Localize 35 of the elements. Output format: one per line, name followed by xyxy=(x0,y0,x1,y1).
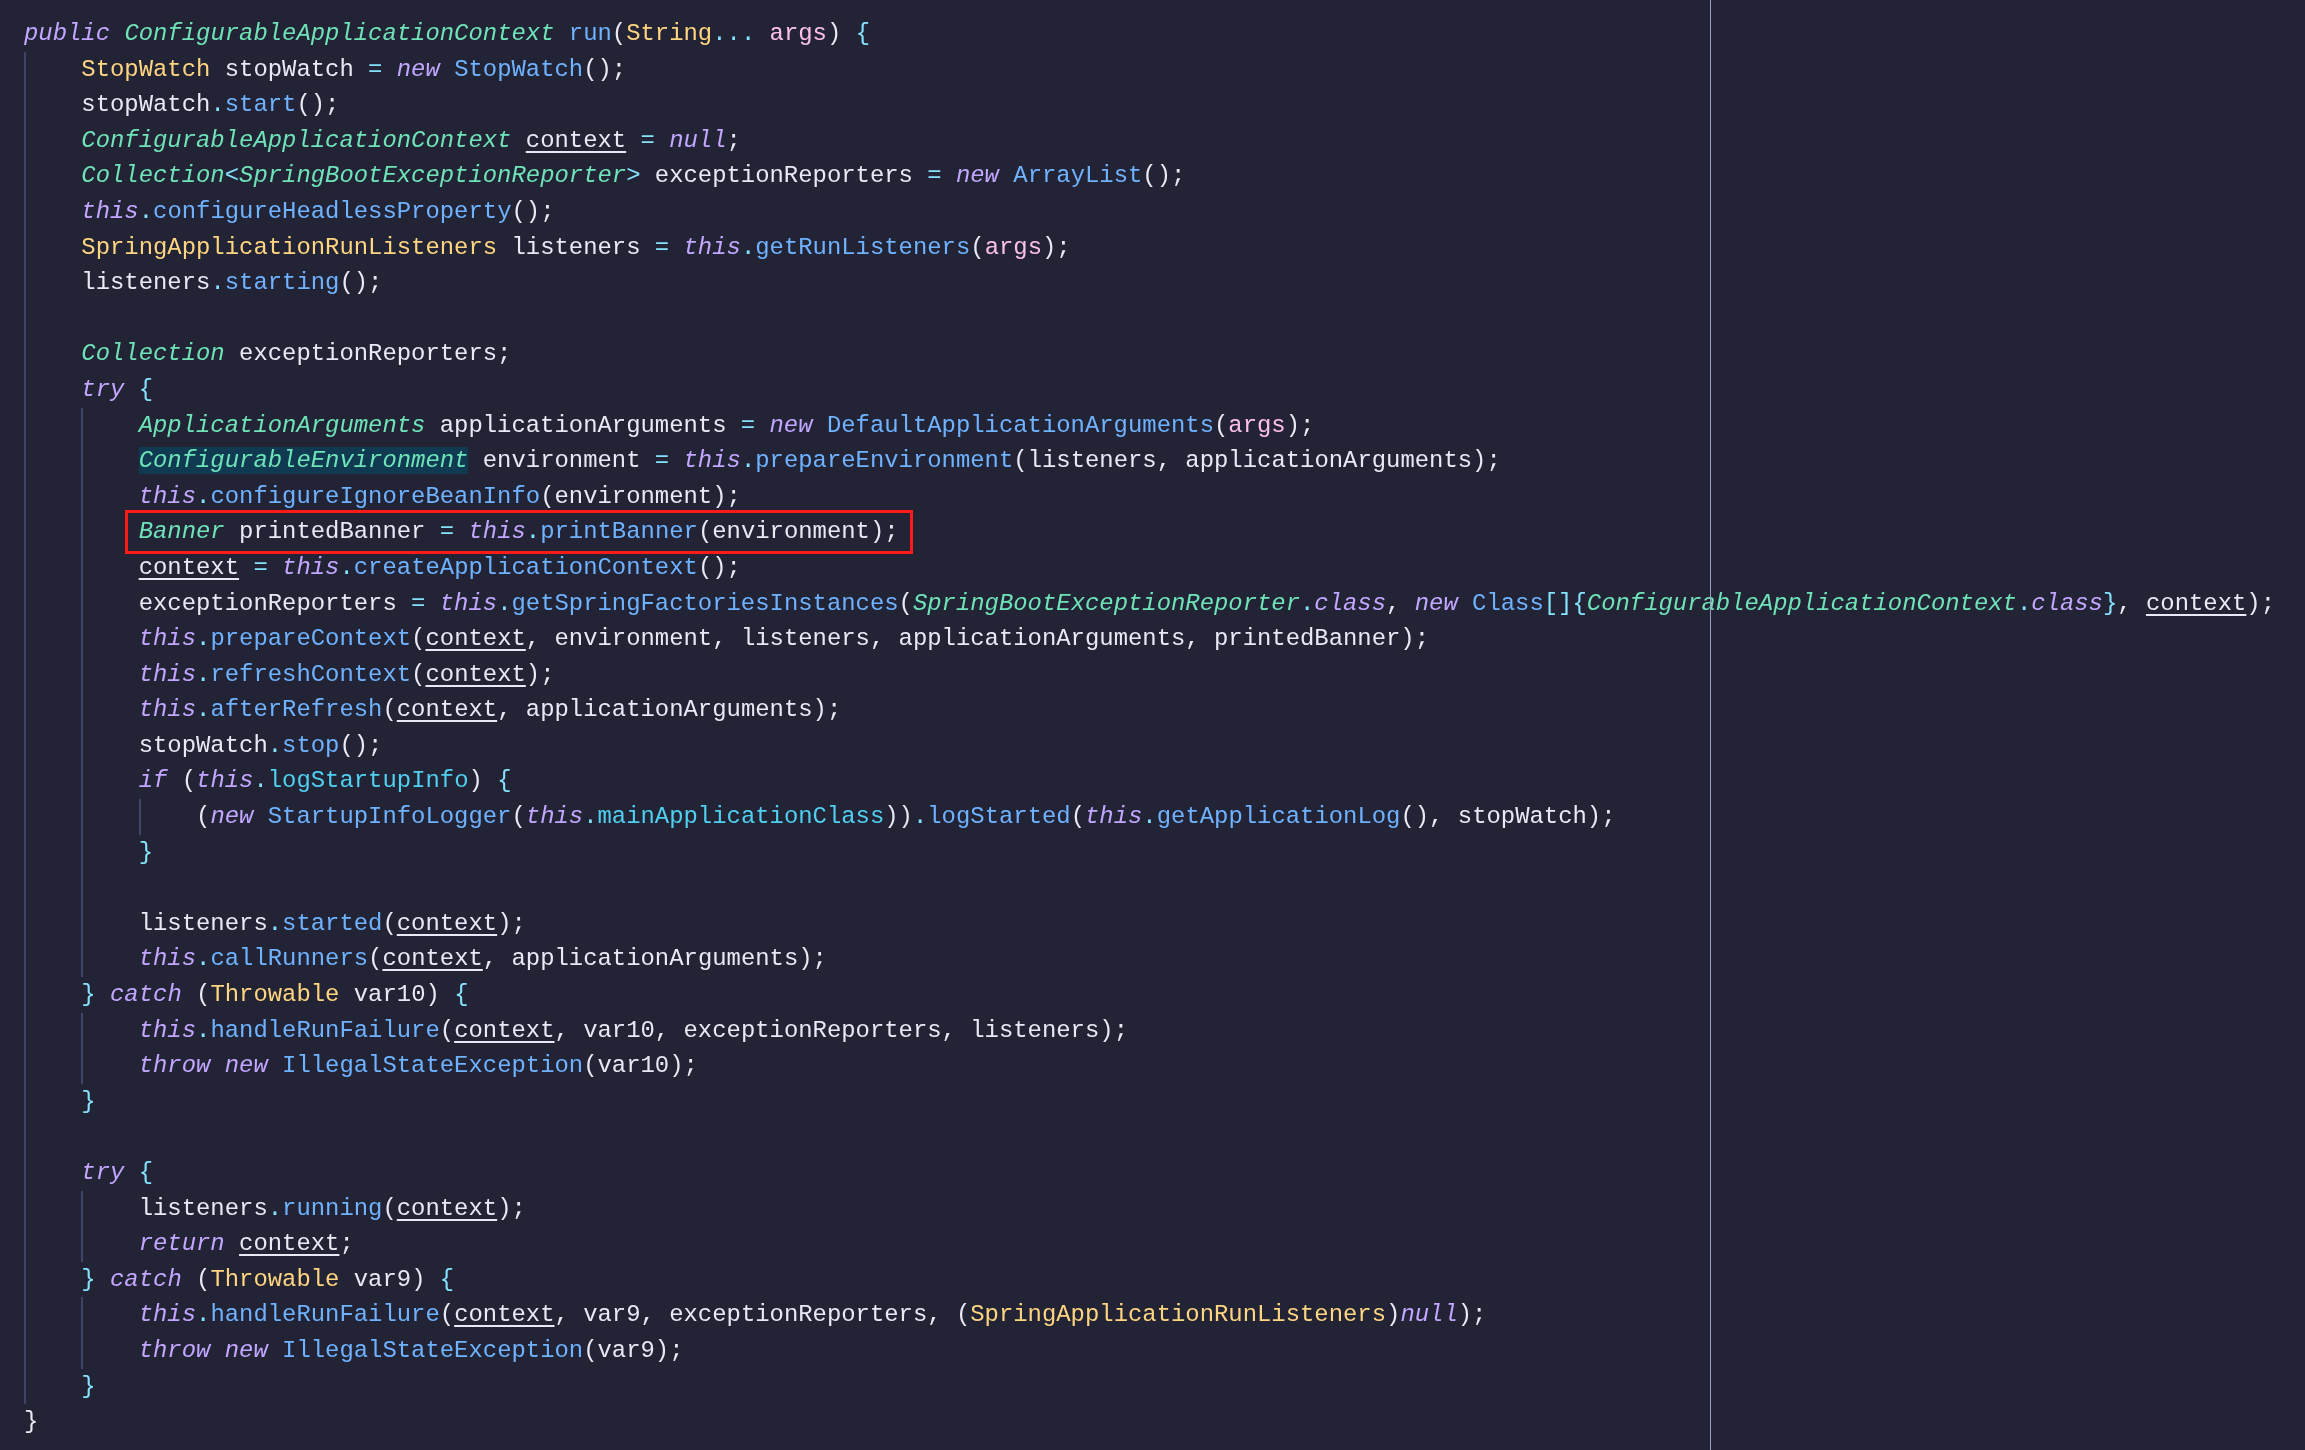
code-line: this.configureHeadlessProperty(); xyxy=(80,196,556,227)
code-line: this.handleRunFailure(context, var10, exceptionReporters, listeners); xyxy=(137,1015,1129,1046)
code-line: throw new IllegalStateException(var9); xyxy=(137,1335,685,1366)
code-line: stopWatch.stop(); xyxy=(137,730,384,761)
code-line: listeners.starting(); xyxy=(80,268,384,299)
code-line: this.refreshContext(context); xyxy=(137,659,556,690)
code-line: (new StartupInfoLogger(this.mainApplicationClass)).logStarted(this.getApplicationLog(), stopWatch); xyxy=(195,802,1617,833)
code-line: Collection exceptionReporters; xyxy=(80,339,513,370)
code-line: try { xyxy=(80,374,155,405)
code-line: this.handleRunFailure(context, var9, exceptionReporters, (SpringApplicationRunListeners)null); xyxy=(137,1300,1488,1331)
code-line: context = this.createApplicationContext(); xyxy=(137,552,742,583)
code-line: listeners.running(context); xyxy=(137,1193,527,1224)
code-line: this.callRunners(context, applicationArguments); xyxy=(137,944,828,975)
code-line: public ConfigurableApplicationContext run(String... args) { xyxy=(23,19,871,49)
code-line: stopWatch.start(); xyxy=(80,90,341,121)
code-line: Collection<SpringBootExceptionReporter> exceptionReporters = new ArrayList(); xyxy=(80,161,1187,192)
code-line: StopWatch stopWatch = new StopWatch(); xyxy=(80,54,628,85)
code-line: } xyxy=(80,1371,97,1402)
code-line: throw new IllegalStateException(var10); xyxy=(137,1051,699,1082)
code-line: ApplicationArguments applicationArguments = new DefaultApplicationArguments(args); xyxy=(136,410,1316,441)
code-line: } xyxy=(80,1086,97,1117)
code-line: this.prepareContext(context, environment, listeners, applicationArguments, printedBanner); xyxy=(137,624,1431,655)
code-line: listeners.started(context); xyxy=(137,908,527,939)
code-line: } catch (Throwable var10) { xyxy=(80,980,470,1011)
code-line: } xyxy=(137,837,155,868)
code-line: return context; xyxy=(137,1229,355,1260)
code-line: } catch (Throwable var9) { xyxy=(80,1264,456,1295)
code-line: ConfigurableEnvironment environment = this.prepareEnvironment(listeners, applicationArguments); xyxy=(137,446,1502,477)
code-line: this.afterRefresh(context, applicationArguments); xyxy=(137,695,843,726)
code-line: } xyxy=(23,1407,40,1438)
code-line: SpringApplicationRunListeners listeners = this.getRunListeners(args); xyxy=(80,232,1072,263)
code-line: try { xyxy=(80,1158,155,1188)
code-line: if (this.logStartupInfo) { xyxy=(137,766,513,797)
code-line: this.configureIgnoreBeanInfo(environment); xyxy=(137,481,742,512)
code-line: ConfigurableApplicationContext context = null; xyxy=(80,125,742,156)
